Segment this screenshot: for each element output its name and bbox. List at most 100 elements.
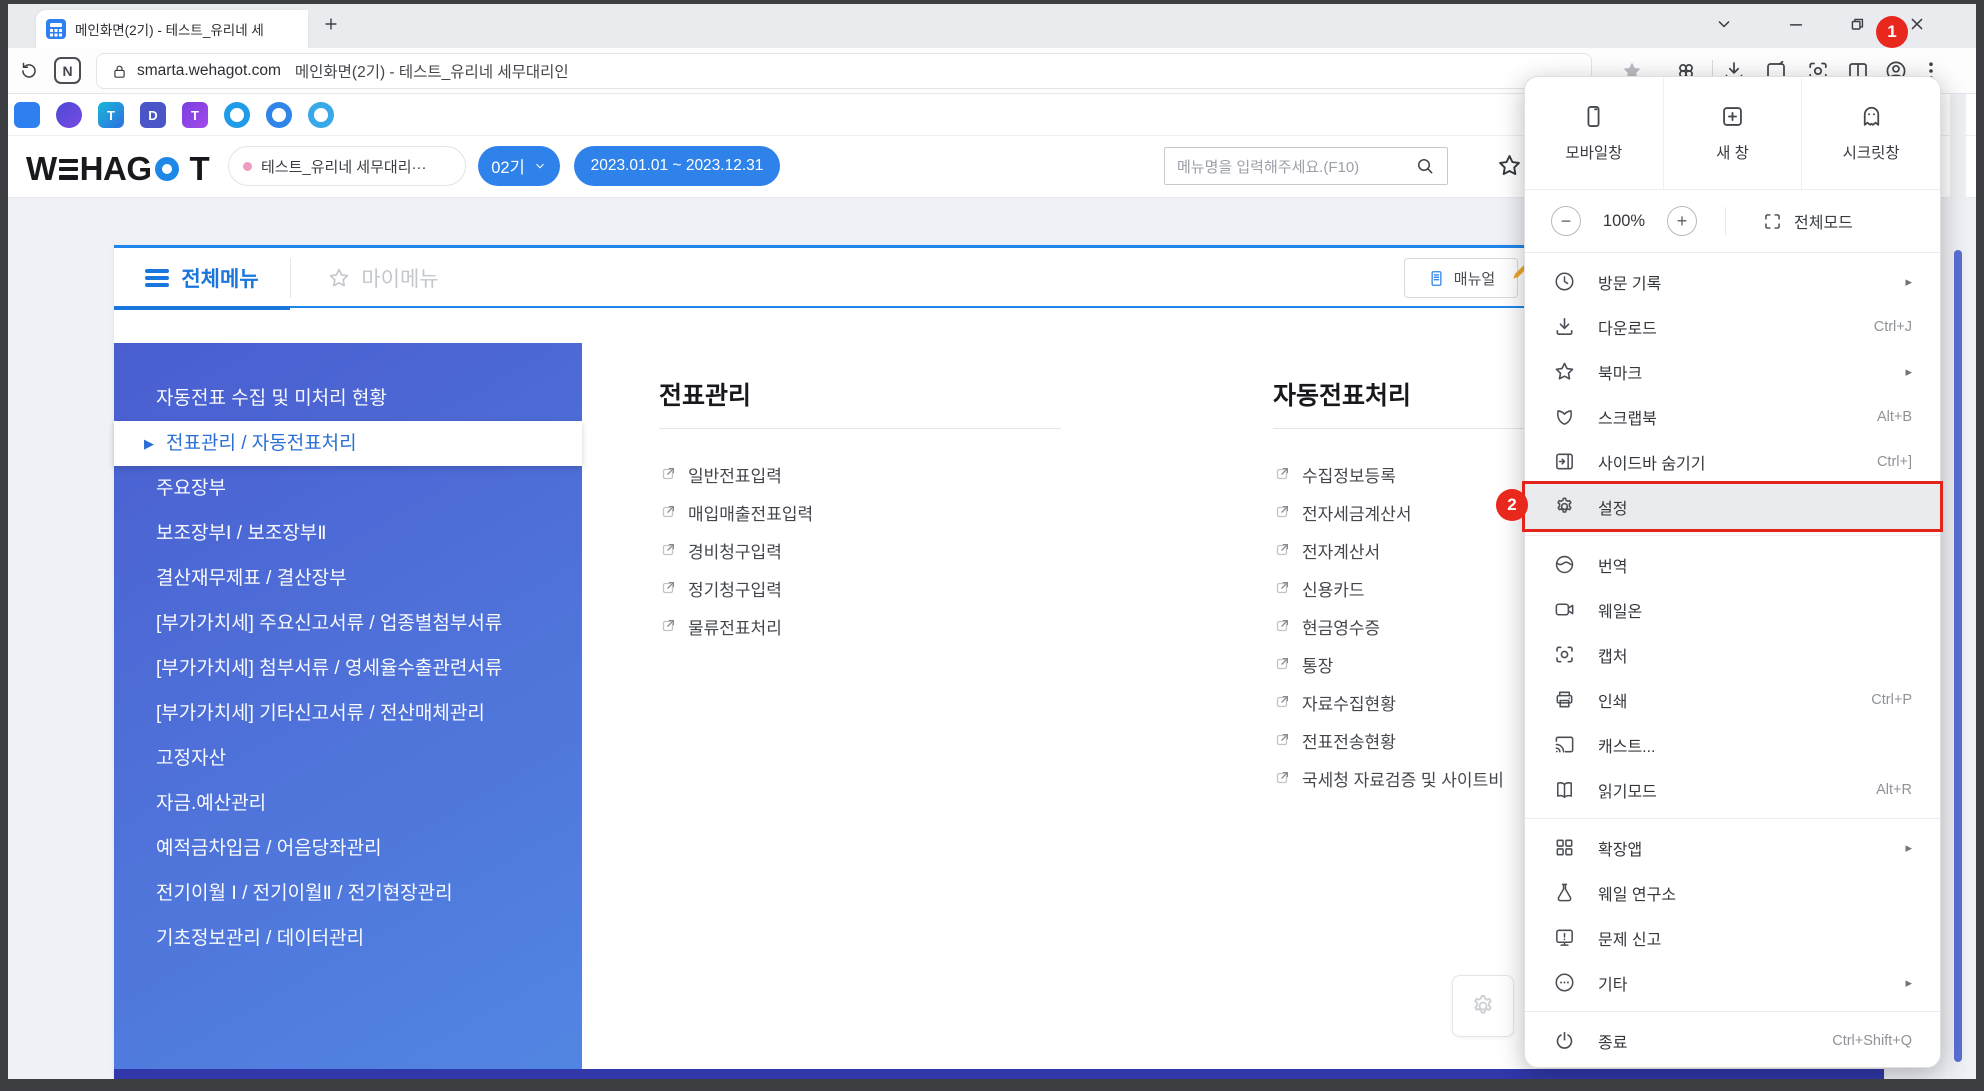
menu-column-voucher: 전표관리 일반전표입력 매입매출전표입력 경비청구입력 (659, 376, 1061, 645)
browser-menu-item[interactable]: 스크랩북 Alt+B ▸ (1525, 394, 1940, 439)
menu-item-shortcut: Ctrl+] (1877, 454, 1912, 470)
browser-menu-item[interactable]: 캡처 ▸ (1525, 632, 1940, 677)
browser-menu-item[interactable]: 사이드바 숨기기 Ctrl+] ▸ (1525, 439, 1940, 484)
menu-item-icon (1553, 315, 1576, 338)
menu-burger-icon (145, 269, 169, 287)
menu-link-item[interactable]: 정기청구입력 (659, 569, 1061, 607)
menu-link-item[interactable]: 경비청구입력 (659, 531, 1061, 569)
sidebar-item[interactable]: ▶ 기초정보관리 / 데이터관리 (114, 916, 582, 961)
browser-menu-item[interactable]: 종료 Ctrl+Shift+Q ▸ (1525, 1018, 1940, 1063)
sidebar-item[interactable]: ▶ 전기이월 Ⅰ / 전기이월Ⅱ / 전기현장관리 (114, 871, 582, 916)
zoom-controls-row: − 100% + 전체모드 (1525, 190, 1940, 252)
sidebar-item[interactable]: ▶ [부가가치세] 첨부서류 / 영세율수출관련서류 (114, 646, 582, 691)
favorites-star-icon[interactable] (1496, 152, 1523, 179)
date-range-display[interactable]: 2023.01.01 ~ 2023.12.31 (574, 146, 780, 186)
tab-my-menu-label: 마이메뉴 (361, 263, 438, 293)
sidebar-item[interactable]: ▶ 전표관리 / 자동전표처리 (114, 421, 582, 466)
browser-menu-item[interactable]: 문제 신고 ▸ (1525, 915, 1940, 960)
external-link-icon (659, 503, 677, 521)
menu-link-item[interactable]: 매입매출전표입력 (659, 493, 1061, 531)
logo-e-bars-icon (59, 159, 78, 180)
menu-search-input[interactable]: 메뉴명을 입력해주세요.(F10) (1164, 147, 1448, 185)
wehago-logo[interactable]: W HAG T (26, 150, 209, 188)
url-page-title: 메인화면(2기) - 테스트_유리네 세무대리인 (295, 60, 569, 82)
chevron-down-icon (533, 159, 547, 173)
menu-link-item[interactable]: 물류전표처리 (659, 607, 1061, 645)
tab-my-menu[interactable]: 마이메뉴 (290, 248, 476, 308)
external-link-icon (1273, 541, 1291, 559)
browser-menu-item[interactable]: 번역 ▸ (1525, 542, 1940, 587)
restore-button[interactable] (1847, 14, 1867, 34)
sidebar-item[interactable]: ▶ [부가가치세] 주요신고서류 / 업종별첨부서류 (114, 601, 582, 646)
browser-menu-item[interactable]: 방문 기록 ▸ (1525, 259, 1940, 304)
browser-menu-item[interactable]: 다운로드 Ctrl+J ▸ (1525, 304, 1940, 349)
browser-tab[interactable]: 메인화면(2기) - 테스트_유리네 세 (36, 10, 308, 48)
search-icon[interactable] (1415, 156, 1435, 176)
page-settings-float-button[interactable] (1452, 975, 1514, 1037)
sidebar-item-label: 자금.예산관리 (156, 781, 266, 826)
zoom-out-button[interactable]: − (1551, 206, 1581, 236)
browser-menu-item[interactable]: 웨일 연구소 ▸ (1525, 870, 1940, 915)
tab-title-fade (278, 10, 308, 48)
browser-menu-item[interactable]: 기타 ▸ (1525, 960, 1940, 1005)
column-title: 전표관리 (659, 376, 1061, 429)
menu-link-label: 국세청 자료검증 및 사이트비 (1302, 766, 1504, 791)
bookmark-favicon-ring-2[interactable] (266, 102, 292, 128)
menu-item-label: 설정 (1598, 495, 1912, 519)
browser-menu-item[interactable]: 읽기모드 Alt+R ▸ (1525, 767, 1940, 812)
browser-menu-item[interactable]: 웨일온 ▸ (1525, 587, 1940, 632)
sidebar-item[interactable]: ▶ 고정자산 (114, 736, 582, 781)
naver-sidebar-icon[interactable]: N (54, 57, 81, 84)
menu-link-label: 정기청구입력 (688, 576, 782, 601)
menu-link-item[interactable]: 일반전표입력 (659, 455, 1061, 493)
sidebar-item[interactable]: ▶ 자금.예산관리 (114, 781, 582, 826)
sidebar-item[interactable]: ▶ [부가가치세] 기타신고서류 / 전산매체관리 (114, 691, 582, 736)
browser-menu-item[interactable]: 확장앱 ▸ (1525, 825, 1940, 870)
menu-item-shortcut: Alt+R (1876, 782, 1912, 798)
bookmark-favicon-wehago[interactable] (14, 102, 40, 128)
sidebar-item[interactable]: ▶ 결산재무제표 / 결산장부 (114, 556, 582, 601)
new-tab-button[interactable] (322, 15, 340, 33)
menu-top-item[interactable]: 시크릿창 (1801, 77, 1940, 189)
submenu-arrow-icon: ▸ (1905, 975, 1912, 991)
close-button[interactable] (1907, 14, 1927, 34)
bookmark-favicon-ring-3[interactable] (308, 102, 334, 128)
title-bar: 메인화면(2기) - 테스트_유리네 세 (0, 0, 1984, 48)
tab-all-menu[interactable]: 전체메뉴 (114, 248, 290, 308)
chevron-down-icon[interactable] (1714, 14, 1734, 34)
star-icon (327, 266, 351, 290)
url-bar[interactable]: smarta.wehagot.com 메인화면(2기) - 테스트_유리네 세무… (96, 53, 1592, 89)
scrollbar-thumb[interactable] (1954, 250, 1962, 1062)
bookmark-favicon-ring-1[interactable] (224, 102, 250, 128)
menu-link-label: 전자계산서 (1302, 538, 1380, 563)
page-scrollbar[interactable] (1950, 94, 1966, 1079)
menu-link-label: 물류전표처리 (688, 614, 782, 639)
menu-top-item[interactable]: 새 창 (1663, 77, 1802, 189)
menu-item-label: 캐스트... (1598, 733, 1912, 757)
tab-title: 메인화면(2기) - 테스트_유리네 세 (75, 19, 290, 39)
sidebar-item[interactable]: ▶ 보조장부Ⅰ / 보조장부Ⅱ (114, 511, 582, 556)
fullscreen-button[interactable]: 전체모드 (1762, 209, 1853, 233)
company-selector[interactable]: 테스트_유리네 세무대리··· (228, 146, 466, 186)
sidebar-item[interactable]: ▶ 주요장부 (114, 466, 582, 511)
minimize-button[interactable] (1786, 14, 1806, 34)
menu-item-label: 사이드바 숨기기 (1598, 450, 1877, 474)
manual-button[interactable]: 매뉴얼 (1404, 258, 1518, 298)
wehago-favicon-icon (46, 19, 66, 39)
fiscal-period-selector[interactable]: 02기 (478, 146, 560, 186)
browser-menu-item[interactable]: 캐스트... ▸ (1525, 722, 1940, 767)
sidebar-item[interactable]: ▶ 자동전표 수집 및 미처리 현황 (114, 376, 582, 421)
reload-icon[interactable] (18, 59, 40, 81)
menu-item-icon (1553, 778, 1576, 801)
menu-top-item[interactable]: 모바일창 (1525, 77, 1663, 189)
browser-menu-item[interactable]: 설정 ▸ (1525, 484, 1940, 529)
browser-menu-item[interactable]: 북마크 ▸ (1525, 349, 1940, 394)
browser-menu-item[interactable]: 인쇄 Ctrl+P ▸ (1525, 677, 1940, 722)
bookmark-favicon-teal-t[interactable]: T (98, 102, 124, 128)
bookmark-favicon-purple-t[interactable]: T (182, 102, 208, 128)
sidebar-item[interactable]: ▶ 예적금차입금 / 어음당좌관리 (114, 826, 582, 871)
zoom-in-button[interactable]: + (1667, 206, 1697, 236)
bookmark-favicon-indigo-circle[interactable] (56, 102, 82, 128)
bookmark-favicon-indigo-d[interactable]: D (140, 102, 166, 128)
menu-item-label: 웨일온 (1598, 598, 1912, 622)
